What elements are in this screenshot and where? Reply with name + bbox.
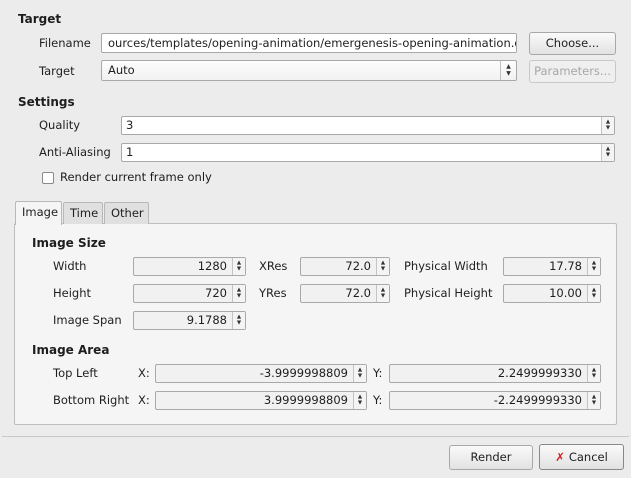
- width-label: Width: [53, 259, 87, 273]
- bottom-right-y-label: Y:: [373, 393, 383, 407]
- bottom-right-y-value: -2.2499999330: [493, 393, 582, 407]
- quality-value: 3: [126, 118, 134, 132]
- red-x-icon: ✗: [555, 450, 565, 464]
- yres-label: YRes: [259, 286, 287, 300]
- physical-height-label: Physical Height: [404, 286, 493, 300]
- spin-arrows-icon[interactable]: ▲ ▼: [587, 258, 600, 275]
- image-span-value: 9.1788: [186, 313, 227, 327]
- filename-label: Filename: [39, 36, 91, 50]
- target-select[interactable]: Auto ▲ ▼: [101, 60, 517, 81]
- xres-spinbox[interactable]: 72.0 ▲ ▼: [300, 257, 390, 276]
- top-left-x-label: X:: [138, 366, 150, 380]
- height-spinbox[interactable]: 720 ▲ ▼: [133, 284, 246, 303]
- tab-other[interactable]: Other: [104, 202, 149, 224]
- spin-arrows-icon[interactable]: ▲ ▼: [353, 392, 366, 409]
- render-button[interactable]: Render: [449, 445, 533, 470]
- spin-arrows-icon[interactable]: ▲ ▼: [587, 285, 600, 302]
- tab-image[interactable]: Image: [15, 201, 62, 225]
- bottom-right-x-label: X:: [138, 393, 150, 407]
- spin-arrows-icon[interactable]: ▲ ▼: [232, 312, 245, 329]
- target-section-title: Target: [18, 12, 62, 26]
- cancel-button[interactable]: ✗ Cancel: [539, 444, 624, 470]
- top-left-y-label: Y:: [373, 366, 383, 380]
- antialias-label: Anti-Aliasing: [39, 145, 111, 159]
- choose-button[interactable]: Choose...: [529, 32, 616, 55]
- spin-arrows-icon[interactable]: ▲ ▼: [601, 117, 614, 134]
- yres-value: 72.0: [345, 286, 371, 300]
- image-span-label: Image Span: [53, 313, 122, 327]
- bottom-right-x-value: 3.9999998809: [263, 393, 348, 407]
- spin-arrows-icon[interactable]: ▲ ▼: [376, 285, 389, 302]
- height-value: 720: [205, 286, 227, 300]
- top-left-y-spinbox[interactable]: 2.2499999330 ▲ ▼: [389, 364, 601, 383]
- render-current-label[interactable]: Render current frame only: [60, 170, 212, 184]
- bottom-right-x-spinbox[interactable]: 3.9999998809 ▲ ▼: [155, 391, 367, 410]
- bottom-right-label: Bottom Right: [53, 393, 130, 407]
- physical-width-value: 17.78: [549, 259, 582, 273]
- top-left-y-value: 2.2499999330: [497, 366, 582, 380]
- height-label: Height: [53, 286, 92, 300]
- spin-arrows-icon[interactable]: ▲ ▼: [587, 365, 600, 382]
- xres-label: XRes: [259, 259, 288, 273]
- image-area-title: Image Area: [32, 343, 110, 357]
- footer-divider: [2, 436, 629, 437]
- filename-input[interactable]: ources/templates/opening-animation/emerg…: [101, 33, 517, 53]
- top-left-x-spinbox[interactable]: -3.9999998809 ▲ ▼: [155, 364, 367, 383]
- physical-height-spinbox[interactable]: 10.00 ▲ ▼: [503, 284, 601, 303]
- antialias-spinbox[interactable]: 1 ▲ ▼: [121, 143, 615, 162]
- yres-spinbox[interactable]: 72.0 ▲ ▼: [300, 284, 390, 303]
- image-span-spinbox[interactable]: 9.1788 ▲ ▼: [133, 311, 246, 330]
- physical-height-value: 10.00: [549, 286, 582, 300]
- spin-arrows-icon[interactable]: ▲ ▼: [376, 258, 389, 275]
- quality-spinbox[interactable]: 3 ▲ ▼: [121, 116, 615, 135]
- bottom-right-y-spinbox[interactable]: -2.2499999330 ▲ ▼: [389, 391, 601, 410]
- image-size-title: Image Size: [32, 236, 106, 250]
- parameters-button[interactable]: Parameters...: [529, 60, 616, 83]
- settings-section-title: Settings: [18, 95, 75, 109]
- physical-width-label: Physical Width: [404, 259, 488, 273]
- spin-arrows-icon[interactable]: ▲ ▼: [232, 285, 245, 302]
- antialias-value: 1: [126, 145, 134, 159]
- target-label: Target: [39, 64, 75, 78]
- top-left-label: Top Left: [53, 366, 98, 380]
- cancel-label: Cancel: [568, 450, 608, 464]
- spin-arrows-icon[interactable]: ▲ ▼: [587, 392, 600, 409]
- quality-label: Quality: [39, 118, 81, 132]
- spin-arrows-icon[interactable]: ▲ ▼: [353, 365, 366, 382]
- target-select-value: Auto: [108, 63, 135, 77]
- spin-arrows-icon[interactable]: ▲ ▼: [232, 258, 245, 275]
- spin-arrows-icon[interactable]: ▲ ▼: [601, 144, 614, 161]
- width-spinbox[interactable]: 1280 ▲ ▼: [133, 257, 246, 276]
- updown-arrows-icon: ▲ ▼: [500, 61, 516, 80]
- tab-time[interactable]: Time: [63, 202, 103, 224]
- physical-width-spinbox[interactable]: 17.78 ▲ ▼: [503, 257, 601, 276]
- xres-value: 72.0: [345, 259, 371, 273]
- render-current-checkbox[interactable]: [42, 172, 54, 184]
- width-value: 1280: [197, 259, 227, 273]
- top-left-x-value: -3.9999998809: [259, 366, 348, 380]
